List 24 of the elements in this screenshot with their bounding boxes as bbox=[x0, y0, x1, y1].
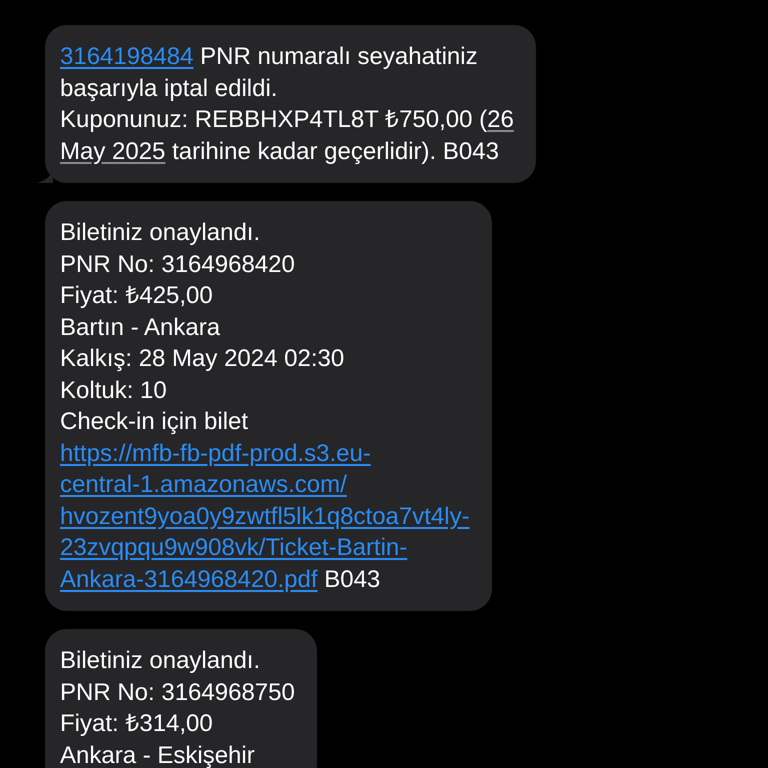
message-text: tarihine kadar geçerlidir). B043 bbox=[171, 138, 499, 164]
message-text: PNR No: 3164968420 bbox=[60, 250, 295, 278]
date-link[interactable]: 26 bbox=[487, 106, 514, 133]
date-link[interactable]: May 2025 bbox=[60, 138, 166, 164]
message-text: Koltuk: 10 bbox=[60, 376, 167, 404]
message-text: Kuponunuz: REBBHXP4TL8T ₺750,00 ( bbox=[60, 106, 488, 133]
message-text: PNR numaralı seyahatiniz bbox=[199, 43, 478, 70]
link[interactable]: 23zvqpqu9w908vk/Ticket-Bartin- bbox=[60, 534, 408, 561]
message-text: Ankara - Eskişehir bbox=[60, 742, 255, 768]
message-text: Fiyat: ₺314,00 bbox=[60, 710, 213, 737]
message-text: PNR No: 3164968750 bbox=[60, 678, 295, 706]
message-text: Kalkış: 28 May 2024 02:30 bbox=[60, 345, 344, 372]
link[interactable]: 3164198484 bbox=[60, 43, 194, 70]
message-text: Bartın - Ankara bbox=[60, 314, 220, 340]
message-text: B043 bbox=[323, 566, 380, 592]
message-text: Biletiniz onaylandı. bbox=[60, 647, 260, 674]
link[interactable]: Ankara-3164968420.pdf bbox=[60, 566, 318, 592]
link[interactable]: https://mfb-fb-pdf-prod.s3.eu- bbox=[60, 440, 371, 466]
link[interactable]: central-1.amazonaws.com/ bbox=[60, 471, 347, 498]
message-text: Check-in için bilet bbox=[60, 408, 248, 435]
message-text: Biletiniz onaylandı. bbox=[60, 219, 260, 246]
message-text: Fiyat: ₺425,00 bbox=[60, 282, 213, 309]
message-text: başarıyla iptal edildi. bbox=[60, 74, 278, 102]
link[interactable]: hvozent9yoa0y9zwtfl5lk1q8ctoa7vt4ly- bbox=[60, 502, 470, 530]
